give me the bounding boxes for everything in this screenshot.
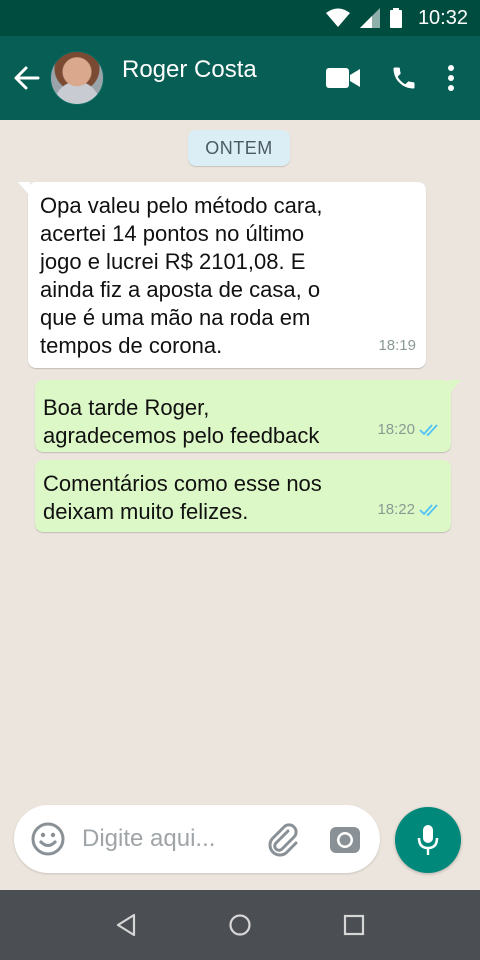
- double-check-read-icon: [419, 423, 441, 437]
- nav-home-icon[interactable]: [228, 913, 252, 937]
- message-time: 18:22: [377, 501, 415, 518]
- wifi-icon: [325, 8, 350, 28]
- contact-name[interactable]: Roger Costa: [122, 56, 326, 84]
- voice-call-icon[interactable]: [390, 64, 418, 92]
- double-check-read-icon: [419, 503, 441, 517]
- message-composer: [14, 805, 380, 873]
- voice-record-button[interactable]: [395, 807, 461, 873]
- message-time: 18:20: [377, 421, 415, 438]
- status-time: 10:32: [417, 6, 468, 29]
- video-call-icon[interactable]: [326, 67, 360, 89]
- message-bubble-outgoing[interactable]: Comentários como esse nos deixam muito f…: [35, 460, 451, 532]
- message-bubble-incoming[interactable]: Opa valeu pelo método cara, acertei 14 p…: [18, 182, 426, 368]
- attach-clip-icon[interactable]: [264, 821, 300, 857]
- more-options-icon[interactable]: [448, 65, 454, 91]
- battery-icon: [389, 8, 402, 28]
- chat-area: ONTEM Opa valeu pelo método cara, acerte…: [0, 120, 480, 890]
- nav-back-icon[interactable]: [115, 913, 137, 937]
- microphone-icon: [416, 824, 440, 856]
- emoji-icon[interactable]: [30, 821, 66, 857]
- message-bubble-outgoing[interactable]: Boa tarde Roger, agradecemos pelo feedba…: [35, 380, 461, 452]
- camera-icon[interactable]: [330, 825, 360, 853]
- chat-header: Roger Costa: [0, 36, 480, 120]
- system-navigation-bar: [0, 890, 480, 960]
- status-bar: 10:32: [0, 0, 480, 36]
- nav-recents-icon[interactable]: [343, 914, 365, 936]
- back-arrow-icon[interactable]: [4, 66, 50, 90]
- message-text: Opa valeu pelo método cara, acertei 14 p…: [40, 193, 323, 358]
- message-input[interactable]: [80, 824, 244, 854]
- bubble-tail: [449, 380, 461, 394]
- avatar[interactable]: [50, 51, 104, 105]
- cellular-signal-icon: [359, 8, 380, 28]
- bubble-tail: [18, 182, 30, 196]
- date-separator: ONTEM: [188, 130, 290, 166]
- message-time: 18:19: [378, 337, 416, 354]
